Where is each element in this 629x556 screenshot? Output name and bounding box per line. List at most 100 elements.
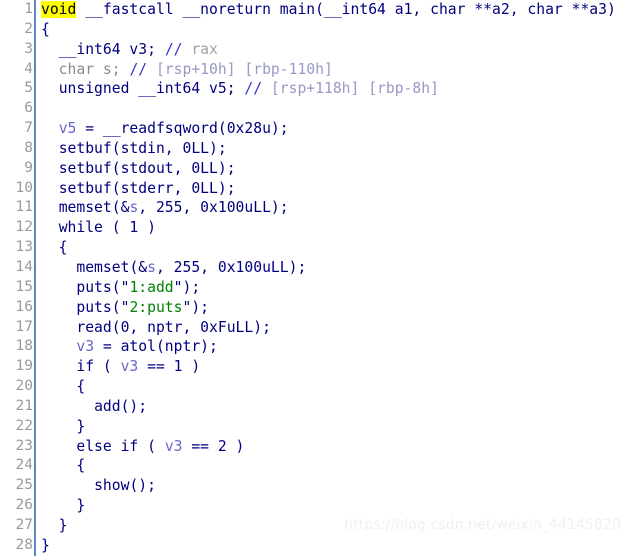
code-line-text[interactable]: else if ( v3 == 2 ) — [36, 437, 629, 457]
code-line-text[interactable]: v5 = __readfsqword(0x28u); — [36, 119, 629, 139]
code-token: add — [94, 397, 121, 415]
code-token: { — [41, 457, 86, 475]
code-line[interactable]: 8 setbuf(stdin, 0LL); — [0, 138, 629, 159]
code-line-text[interactable]: while ( 1 ) — [36, 218, 629, 238]
line-number: 2 — [24, 20, 33, 37]
code-token: __readfsqword — [102, 120, 218, 138]
code-line-text[interactable]: setbuf(stdout, 0LL); — [36, 159, 629, 179]
code-line[interactable]: 17 read(0, nptr, 0xFuLL); — [0, 317, 629, 338]
code-line-text[interactable]: if ( v3 == 1 ) — [36, 357, 629, 377]
line-number: 3 — [24, 40, 33, 57]
code-line[interactable]: 5 unsigned __int64 v5; // [rsp+118h] [rb… — [0, 79, 629, 100]
code-line[interactable]: 2{ — [0, 19, 629, 40]
code-line[interactable]: 1 void __fastcall __noreturn main(__int64… — [0, 0, 629, 20]
code-token: __int64 — [323, 1, 386, 18]
code-token: (); — [129, 477, 156, 495]
code-token: (); — [120, 397, 148, 415]
pseudocode-view[interactable]: 1 void __fastcall __noreturn main(__int64… — [0, 0, 629, 556]
code-token: char — [527, 1, 563, 18]
code-line[interactable]: 12 while ( 1 ) — [0, 218, 629, 239]
code-token: 1:add — [129, 278, 174, 296]
code-token: ( — [138, 437, 165, 455]
code-line[interactable]: 4 char s; // [rsp+10h] [rbp-110h] — [0, 59, 629, 80]
code-token: , 255, 0x100uLL); — [138, 199, 289, 217]
code-line-text[interactable]: } — [36, 516, 629, 536]
code-line-text[interactable]: { — [36, 238, 629, 258]
code-line-text[interactable]: show(); — [36, 476, 629, 496]
code-line[interactable]: 14 memset(&s, 255, 0x100uLL); — [0, 257, 629, 278]
code-line-text[interactable]: } — [36, 536, 629, 556]
code-line[interactable]: 24 { — [0, 456, 629, 477]
line-number: 22 — [15, 417, 33, 434]
code-line[interactable]: 25 show(); — [0, 476, 629, 497]
code-line[interactable]: 13 { — [0, 238, 629, 258]
code-token: (& — [129, 258, 148, 276]
code-line-text[interactable]: { — [36, 20, 629, 40]
code-line-text[interactable]: } — [36, 417, 629, 437]
code-line-text[interactable]: puts("2:puts"); — [36, 298, 629, 318]
code-line-list: 1 void __fastcall __noreturn main(__int64… — [0, 0, 629, 556]
code-token: v5; — [200, 80, 245, 98]
code-token: v3 — [76, 338, 95, 356]
code-line-text[interactable]: unsigned __int64 v5; // [rsp+118h] [rbp-… — [36, 79, 629, 99]
code-line-text[interactable]: setbuf(stderr, 0LL); — [36, 179, 629, 199]
code-line-text[interactable]: __int64 v3; // rax — [36, 40, 629, 60]
code-line[interactable]: 6 — [0, 99, 629, 120]
code-line[interactable]: 15 puts("1:add"); — [0, 277, 629, 298]
line-number: 27 — [15, 516, 33, 533]
code-line[interactable]: 10 setbuf(stderr, 0LL); — [0, 178, 629, 199]
code-token: } — [41, 516, 68, 534]
code-line[interactable]: 7 v5 = __readfsqword(0x28u); — [0, 119, 629, 139]
code-line-text[interactable]: { — [36, 377, 629, 397]
code-token: (0x28u); — [217, 120, 289, 138]
code-line[interactable]: 27 } — [0, 515, 629, 536]
code-token: **a3) — [562, 1, 616, 18]
code-line[interactable]: 23 else if ( v3 == 2 ) — [0, 436, 629, 457]
code-token: "); — [182, 298, 210, 316]
code-line[interactable]: 16 puts("2:puts"); — [0, 297, 629, 318]
code-token: read — [76, 318, 112, 336]
code-line[interactable]: 9 setbuf(stdout, 0LL); — [0, 158, 629, 179]
code-line-text[interactable]: void __fastcall __noreturn main(__int64 … — [36, 0, 629, 20]
code-line[interactable]: 26 } — [0, 496, 629, 516]
code-line-text[interactable]: v3 = atol(nptr); — [36, 337, 629, 357]
code-token: rax — [182, 40, 218, 58]
code-line[interactable]: 18 v3 = atol(nptr); — [0, 337, 629, 358]
code-line[interactable]: 20 { — [0, 377, 629, 397]
code-token: void — [41, 1, 77, 18]
code-line-text[interactable]: read(0, nptr, 0xFuLL); — [36, 318, 629, 338]
code-token: = — [94, 338, 121, 356]
code-line-text[interactable]: puts("1:add"); — [36, 278, 629, 298]
code-token: if — [76, 358, 95, 376]
line-number: 7 — [24, 120, 33, 137]
code-line-text[interactable]: char s; // [rsp+10h] [rbp-110h] — [36, 60, 629, 80]
code-line-text[interactable]: memset(&s, 255, 0x100uLL); — [36, 198, 629, 218]
code-token: memset — [58, 199, 112, 217]
code-token: // — [129, 60, 148, 78]
code-line[interactable]: 11 memset(&s, 255, 0x100uLL); — [0, 198, 629, 219]
code-line[interactable]: 19 if ( v3 == 1 ) — [0, 357, 629, 378]
code-line-text[interactable]: } — [36, 496, 629, 516]
code-token: } — [41, 536, 50, 554]
code-line-text[interactable]: add(); — [36, 397, 629, 417]
code-line-text[interactable]: { — [36, 456, 629, 476]
code-line-text[interactable]: memset(&s, 255, 0x100uLL); — [36, 258, 629, 278]
code-token: a1, — [385, 1, 431, 18]
code-line[interactable]: 28} — [0, 535, 629, 556]
code-line[interactable]: 21 add(); — [0, 396, 629, 417]
code-token: "); — [173, 278, 201, 296]
line-number: 6 — [24, 100, 33, 117]
code-token: s — [129, 199, 139, 217]
code-line-text[interactable]: setbuf(stdin, 0LL); — [36, 139, 629, 159]
code-line[interactable]: 3 __int64 v3; // rax — [0, 39, 629, 60]
code-token: { — [41, 378, 86, 396]
code-token: { — [41, 239, 68, 257]
code-token: puts — [76, 298, 112, 316]
code-line[interactable]: 22 } — [0, 416, 629, 437]
code-token: __fastcall __noreturn — [76, 1, 280, 18]
